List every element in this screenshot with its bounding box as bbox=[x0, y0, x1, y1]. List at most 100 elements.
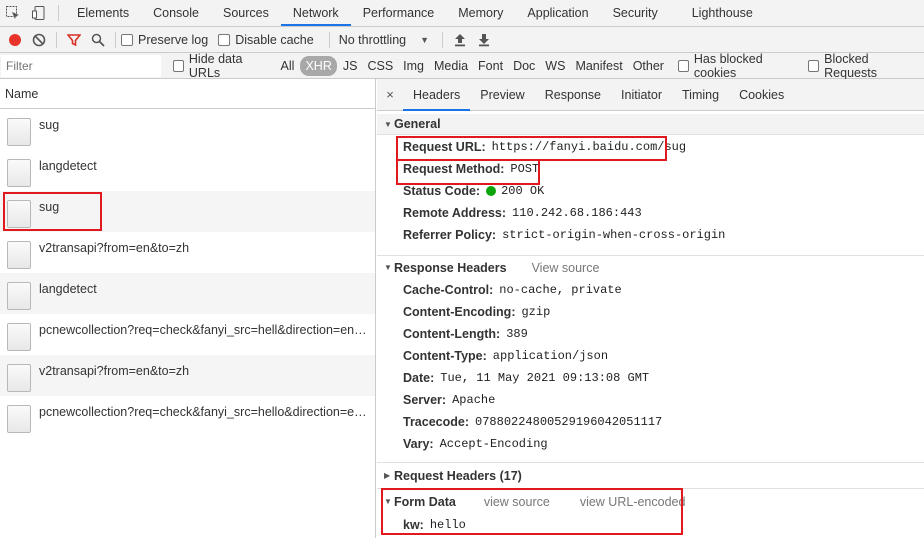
tab-response[interactable]: Response bbox=[535, 79, 611, 111]
request-row[interactable]: v2transapi?from=en&to=zh bbox=[0, 355, 375, 396]
request-row[interactable]: v2transapi?from=en&to=zh bbox=[0, 232, 375, 273]
request-headers-section-header[interactable]: ▶ Request Headers (17) bbox=[377, 462, 924, 488]
devtools-panel-tabbar: Elements Console Sources Network Perform… bbox=[0, 0, 924, 27]
tab-headers[interactable]: Headers bbox=[403, 79, 471, 111]
general-section-header[interactable]: ▼ General bbox=[377, 114, 924, 135]
filter-type-media[interactable]: Media bbox=[430, 57, 472, 75]
header-value: Tue, 11 May 2021 09:13:08 GMT bbox=[440, 371, 650, 385]
status-code-row: Status Code: 200 OK bbox=[377, 180, 924, 202]
response-header-row: Cache-Control: no-cache, private bbox=[377, 279, 924, 301]
filter-icon[interactable] bbox=[62, 28, 86, 52]
view-source-link[interactable]: View source bbox=[532, 261, 600, 275]
request-name: pcnewcollection?req=check&fanyi_src=hell… bbox=[39, 323, 369, 337]
header-value: Accept-Encoding bbox=[439, 437, 548, 451]
throttling-select[interactable]: No throttling ▼ bbox=[335, 33, 437, 47]
filter-type-manifest[interactable]: Manifest bbox=[571, 57, 626, 75]
divider bbox=[115, 31, 116, 48]
file-icon bbox=[7, 323, 31, 351]
filter-type-img[interactable]: Img bbox=[399, 57, 428, 75]
request-row[interactable]: pcnewcollection?req=check&fanyi_src=hell… bbox=[0, 396, 375, 437]
checkbox-box[interactable] bbox=[218, 33, 231, 46]
close-icon[interactable]: × bbox=[377, 87, 403, 102]
filter-type-all[interactable]: All bbox=[277, 57, 299, 75]
disable-cache-label: Disable cache bbox=[235, 32, 314, 47]
filter-type-other[interactable]: Other bbox=[629, 57, 668, 75]
filter-type-css[interactable]: CSS bbox=[363, 57, 397, 75]
inspect-element-icon[interactable] bbox=[0, 0, 26, 26]
response-header-row: Tracecode: 07880224800529196042051117 bbox=[377, 411, 924, 433]
request-details-panel: × Headers Preview Response Initiator Tim… bbox=[377, 79, 924, 538]
header-key: Date: bbox=[403, 371, 435, 385]
preserve-log-checkbox[interactable]: Preserve log bbox=[121, 33, 208, 47]
expanded-triangle-icon: ▼ bbox=[384, 497, 392, 506]
tab-preview[interactable]: Preview bbox=[470, 79, 534, 111]
file-icon bbox=[7, 282, 31, 310]
filter-type-ws[interactable]: WS bbox=[541, 57, 569, 75]
tab-console[interactable]: Console bbox=[141, 0, 211, 26]
filter-type-doc[interactable]: Doc bbox=[509, 57, 539, 75]
request-name: langdetect bbox=[39, 282, 97, 296]
filter-type-font[interactable]: Font bbox=[474, 57, 507, 75]
referrer-policy-value: strict-origin-when-cross-origin bbox=[502, 228, 726, 242]
response-header-row: Content-Encoding: gzip bbox=[377, 301, 924, 323]
request-row[interactable]: langdetect bbox=[0, 273, 375, 314]
blocked-requests-checkbox[interactable]: Blocked Requests bbox=[808, 52, 914, 80]
expanded-triangle-icon: ▼ bbox=[384, 263, 392, 272]
checkbox-box[interactable] bbox=[677, 59, 689, 72]
filter-input[interactable] bbox=[1, 54, 161, 77]
tab-sources[interactable]: Sources bbox=[211, 0, 281, 26]
request-method-value: POST bbox=[510, 162, 540, 176]
file-icon bbox=[7, 159, 31, 187]
response-header-row: Date: Tue, 11 May 2021 09:13:08 GMT bbox=[377, 367, 924, 389]
header-key: Content-Length: bbox=[403, 327, 501, 341]
view-source-link[interactable]: view source bbox=[484, 495, 550, 509]
tab-timing[interactable]: Timing bbox=[672, 79, 729, 111]
tab-network[interactable]: Network bbox=[280, 0, 351, 26]
request-row-selected[interactable]: sug bbox=[0, 191, 375, 232]
header-key: Cache-Control: bbox=[403, 283, 494, 297]
request-row[interactable]: langdetect bbox=[0, 150, 375, 191]
device-toolbar-icon[interactable] bbox=[26, 0, 52, 26]
checkbox-box[interactable] bbox=[121, 33, 133, 46]
tab-performance[interactable]: Performance bbox=[351, 0, 447, 26]
disable-cache-checkbox[interactable]: Disable cache bbox=[218, 33, 314, 47]
header-value: 389 bbox=[506, 327, 528, 341]
tab-cookies[interactable]: Cookies bbox=[729, 79, 794, 111]
form-data-title: Form Data bbox=[394, 494, 456, 509]
has-blocked-cookies-checkbox[interactable]: Has blocked cookies bbox=[677, 52, 796, 80]
view-url-encoded-link[interactable]: view URL-encoded bbox=[580, 495, 686, 509]
tab-initiator[interactable]: Initiator bbox=[611, 79, 672, 111]
import-har-icon[interactable] bbox=[448, 28, 472, 52]
response-header-row: Content-Type: application/json bbox=[377, 345, 924, 367]
request-row[interactable]: pcnewcollection?req=check&fanyi_src=hell… bbox=[0, 314, 375, 355]
file-icon bbox=[7, 200, 31, 228]
search-icon[interactable] bbox=[86, 28, 110, 52]
checkbox-box[interactable] bbox=[173, 59, 184, 72]
expanded-triangle-icon: ▼ bbox=[384, 119, 392, 129]
export-har-icon[interactable] bbox=[472, 28, 496, 52]
request-method-row: Request Method: POST bbox=[377, 158, 924, 180]
hide-data-urls-checkbox[interactable]: Hide data URLs bbox=[173, 52, 268, 80]
throttling-value: No throttling bbox=[338, 32, 407, 47]
tab-memory[interactable]: Memory bbox=[446, 0, 515, 26]
header-value: no-cache, private bbox=[499, 283, 622, 297]
filter-type-xhr[interactable]: XHR bbox=[300, 55, 337, 76]
status-code-value: 200 OK bbox=[501, 184, 545, 198]
header-key: Server: bbox=[403, 393, 447, 407]
name-column-header[interactable]: Name bbox=[0, 79, 375, 109]
filter-type-js[interactable]: JS bbox=[339, 57, 362, 75]
tab-application[interactable]: Application bbox=[515, 0, 600, 26]
record-icon[interactable] bbox=[3, 28, 27, 52]
response-headers-section-header[interactable]: ▼ Response Headers View source bbox=[377, 255, 924, 279]
tab-lighthouse[interactable]: Lighthouse bbox=[680, 0, 765, 26]
tab-security[interactable]: Security bbox=[601, 0, 670, 26]
form-data-section-header[interactable]: ▼ Form Data view source view URL-encoded bbox=[377, 488, 924, 514]
response-header-row: Vary: Accept-Encoding bbox=[377, 433, 924, 455]
request-row[interactable]: sug bbox=[0, 109, 375, 150]
request-url-row: Request URL: https://fanyi.baidu.com/sug bbox=[377, 136, 924, 158]
clear-icon[interactable] bbox=[27, 28, 51, 52]
form-data-row: kw: hello bbox=[377, 514, 924, 536]
header-key: Content-Encoding: bbox=[403, 305, 516, 319]
checkbox-box[interactable] bbox=[808, 59, 820, 72]
tab-elements[interactable]: Elements bbox=[65, 0, 141, 26]
